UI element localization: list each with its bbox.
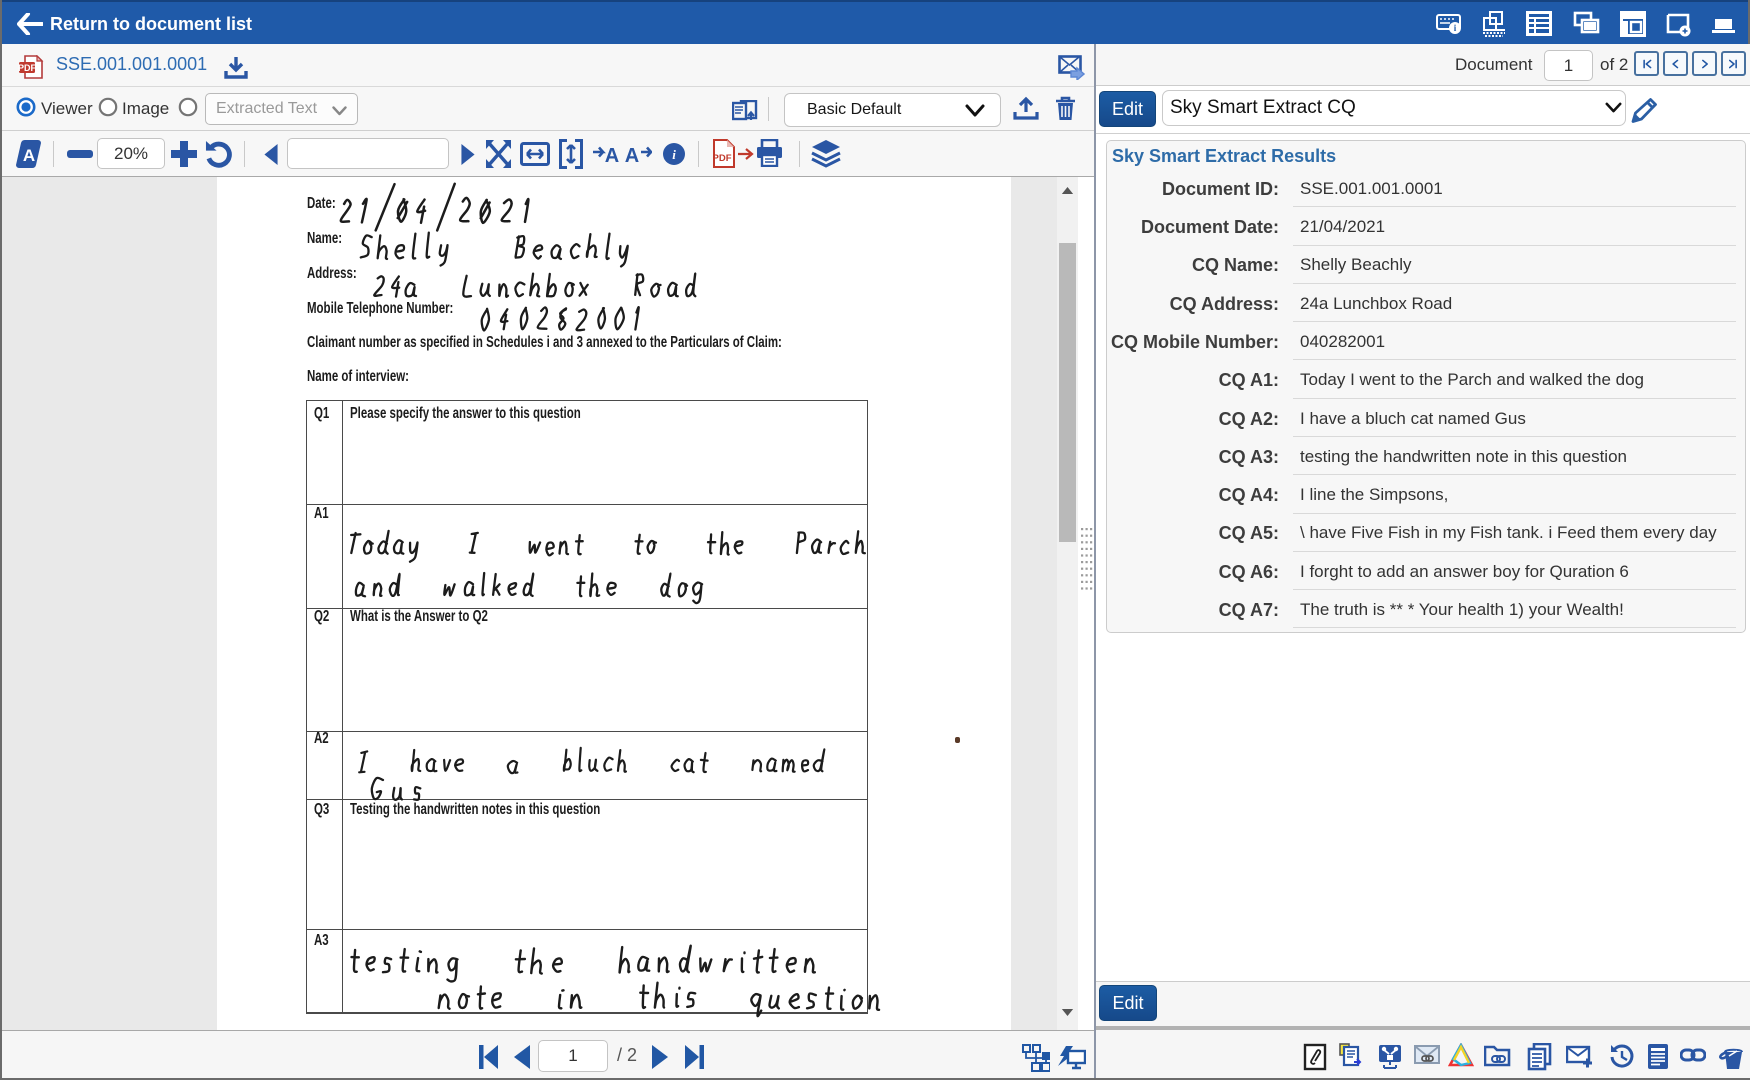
- svg-text:i: i: [672, 147, 676, 162]
- svg-text:PDF: PDF: [18, 63, 37, 73]
- svg-text:A: A: [23, 146, 35, 165]
- svg-text:A: A: [605, 145, 619, 167]
- svg-text:PDF: PDF: [713, 153, 732, 164]
- svg-text:A: A: [625, 145, 639, 167]
